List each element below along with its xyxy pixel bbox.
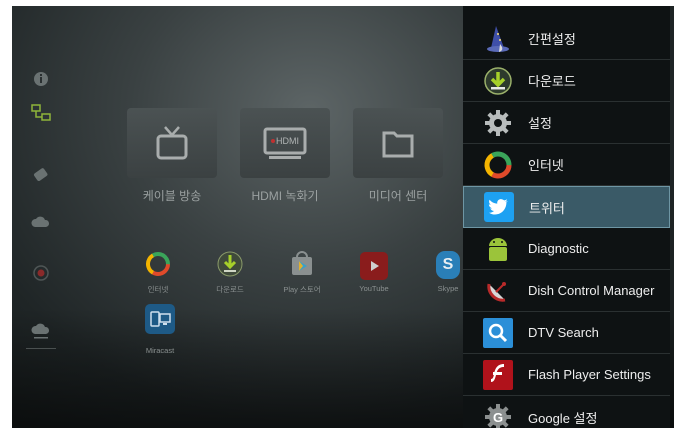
- google-settings-icon: G: [485, 404, 511, 428]
- menu-label-quick-setup: 간편설정: [528, 32, 576, 47]
- menu-label-internet: 인터넷: [528, 158, 564, 173]
- tile-label-cable-tv: 케이블 방송: [142, 189, 202, 203]
- flash-icon: [491, 363, 504, 382]
- search-icon: [488, 323, 508, 342]
- info-icon[interactable]: [30, 68, 52, 90]
- menu-item-google-settings[interactable]: G Google 설정: [463, 396, 670, 428]
- menu-item-dish-control-manager[interactable]: Dish Control Manager: [463, 270, 670, 312]
- app-internet[interactable]: [144, 250, 172, 278]
- download-icon: [484, 66, 512, 95]
- cloud-icon[interactable]: [30, 212, 52, 234]
- app-download[interactable]: [216, 250, 244, 278]
- twitter-icon: [488, 199, 508, 215]
- svg-text:G: G: [493, 410, 503, 425]
- app-label-download: 다운로드: [216, 285, 244, 294]
- menu-label-download: 다운로드: [528, 74, 576, 89]
- folder-icon: [382, 131, 414, 158]
- skype-icon: S: [442, 256, 454, 273]
- miracast-icon: [150, 311, 171, 327]
- app-menu: 간편설정 다운로드 설정 인터넷 트위터 Diagnostic Dish Con…: [463, 6, 670, 428]
- youtube-icon: [371, 261, 379, 271]
- wizard-icon: [487, 25, 509, 52]
- tv-icon: [156, 126, 188, 160]
- menu-item-flash-player-settings[interactable]: Flash Player Settings: [463, 354, 670, 396]
- menu-label-twitter: 트위터: [529, 200, 565, 216]
- tile-cable-tv[interactable]: [127, 108, 217, 178]
- menu-item-quick-setup[interactable]: 간편설정: [463, 18, 670, 60]
- menu-item-internet[interactable]: 인터넷: [463, 144, 670, 186]
- menu-item-dtv-search[interactable]: DTV Search: [463, 312, 670, 354]
- android-icon: [489, 237, 507, 261]
- menu-label-flash-player-settings: Flash Player Settings: [528, 367, 651, 382]
- menu-label-dish-control-manager: Dish Control Manager: [528, 283, 655, 298]
- app-label-youtube: YouTube: [359, 284, 389, 293]
- menu-label-diagnostic: Diagnostic: [528, 241, 589, 256]
- sidebar-divider: [26, 348, 56, 349]
- cloud-download-icon[interactable]: [30, 320, 52, 342]
- app-label-miracast: Miracast: [145, 346, 175, 355]
- download-icon: [217, 251, 243, 277]
- menu-label-dtv-search: DTV Search: [528, 325, 599, 340]
- menu-item-download[interactable]: 다운로드: [463, 60, 670, 102]
- usb-icon[interactable]: [30, 164, 52, 186]
- menu-item-diagnostic[interactable]: Diagnostic: [463, 228, 670, 270]
- app-miracast[interactable]: [145, 304, 175, 334]
- menu-label-settings: 설정: [528, 116, 552, 131]
- app-label-play-store: Play 스토어: [283, 285, 321, 294]
- play-store-icon: [292, 251, 312, 275]
- app-skype[interactable]: S: [436, 251, 460, 279]
- app-label-internet: 인터넷: [147, 285, 169, 294]
- app-youtube[interactable]: [360, 252, 388, 280]
- menu-item-twitter[interactable]: 트위터: [463, 186, 670, 228]
- chrome-icon: [484, 151, 512, 178]
- tile-media-center[interactable]: [353, 108, 443, 178]
- satellite-dish-icon: [487, 281, 506, 302]
- hdmi-icon: HDMI: [263, 127, 307, 159]
- tile-hdmi-recorder[interactable]: HDMI: [240, 108, 330, 178]
- network-icon[interactable]: [30, 102, 52, 124]
- tile-label-hdmi-recorder: HDMI 녹화기: [251, 189, 319, 203]
- tile-label-media-center: 미디어 센터: [368, 189, 428, 203]
- record-icon[interactable]: [30, 262, 52, 284]
- menu-item-settings[interactable]: 설정: [463, 102, 670, 144]
- app-play-store[interactable]: [288, 250, 316, 278]
- gear-icon: [485, 109, 511, 136]
- chrome-icon: [146, 252, 170, 276]
- svg-text:HDMI: HDMI: [276, 136, 299, 146]
- menu-label-google-settings: Google 설정: [528, 410, 598, 426]
